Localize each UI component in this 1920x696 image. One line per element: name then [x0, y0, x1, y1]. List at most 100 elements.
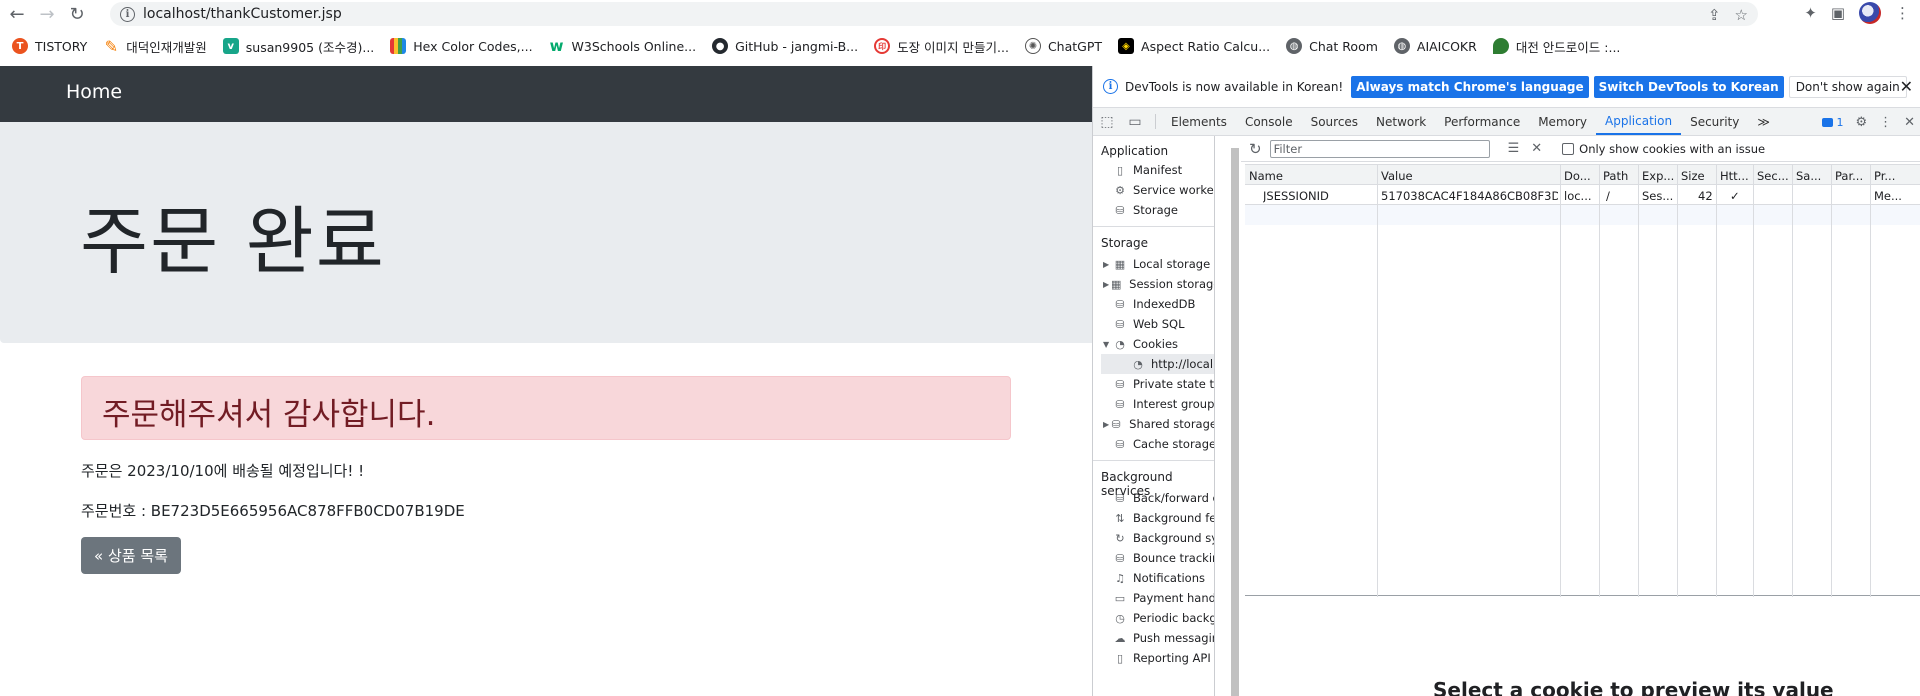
devtools-menu-icon[interactable]: ⋮ [1879, 115, 1892, 130]
column-header-expires[interactable]: Exp... [1642, 169, 1675, 183]
menu-kebab-icon[interactable]: ⋮ [1895, 4, 1910, 22]
tab-console[interactable]: Console [1236, 108, 1302, 135]
cookie-expires-cell[interactable]: Ses... [1642, 189, 1675, 203]
sidebar-item-payment-handler[interactable]: ▭ Payment handle [1113, 588, 1214, 608]
dont-show-again-button[interactable]: Don't show again [1788, 75, 1907, 98]
tab-sources[interactable]: Sources [1302, 108, 1367, 135]
back-arrow-icon[interactable]: ← [4, 2, 30, 26]
sidebar-item-periodic-sync[interactable]: ◷ Periodic backgro [1113, 608, 1214, 628]
bookmark-item[interactable]: ✎ 대덕인재개발원 [103, 37, 207, 56]
bell-icon: ♫ [1115, 571, 1125, 585]
file-icon: ▯ [1116, 651, 1124, 665]
device-toolbar-icon[interactable]: ▭ [1121, 108, 1149, 135]
delete-selected-icon[interactable]: ✕ [1531, 141, 1542, 156]
close-icon[interactable]: ✕ [1900, 77, 1913, 96]
tab-memory[interactable]: Memory [1529, 108, 1596, 135]
sidebar-item-cache-storage[interactable]: ⛁ Cache storage [1113, 434, 1214, 454]
bookmark-item[interactable]: Hex Color Codes,... [390, 38, 533, 54]
sidebar-item-notifications[interactable]: ♫ Notifications [1113, 568, 1214, 588]
cookie-httponly-cell[interactable]: ✓ [1730, 189, 1750, 203]
sidebar-item-background-sync[interactable]: ↻ Background sync [1113, 528, 1214, 548]
column-header-domain[interactable]: Do... [1564, 169, 1597, 183]
cookie-priority-cell[interactable]: Me... [1874, 189, 1919, 203]
sidebar-item-push-messaging[interactable]: ☁ Push messaging [1113, 628, 1215, 648]
sidebar-item-cookie-origin[interactable]: ◔ http://localhost [1101, 354, 1214, 374]
tab-network[interactable]: Network [1367, 108, 1435, 135]
product-list-button[interactable]: « 상품 목록 [81, 537, 181, 574]
cookie-value-cell[interactable]: 517038CAC4F184A86CB08F3D... [1381, 189, 1558, 203]
switch-korean-button[interactable]: Switch DevTools to Korean [1593, 75, 1784, 98]
android-icon [1492, 38, 1509, 54]
bookmark-item[interactable]: w W3Schools Online... [549, 37, 696, 55]
bookmark-item[interactable]: T TISTORY [12, 38, 87, 54]
tab-security[interactable]: Security [1681, 108, 1748, 135]
column-header-value[interactable]: Value [1381, 169, 1556, 183]
column-header-partition[interactable]: Par... [1835, 169, 1868, 183]
column-header-path[interactable]: Path [1603, 169, 1636, 183]
column-header-name[interactable]: Name [1249, 169, 1374, 183]
bookmark-item[interactable]: ◈ Aspect Ratio Calcu... [1118, 38, 1270, 54]
sidebar-item-session-storage[interactable]: ▶ ▦ Session storage [1103, 274, 1214, 294]
issues-badge[interactable]: 1 [1822, 116, 1843, 129]
column-header-size[interactable]: Size [1681, 169, 1714, 183]
column-header-samesite[interactable]: Sa... [1796, 169, 1829, 183]
collapse-arrow-icon[interactable]: ▼ [1103, 340, 1113, 349]
bookmark-item[interactable]: 대전 안드로이드 :... [1492, 37, 1620, 56]
column-header-httponly[interactable]: Htt... [1720, 169, 1751, 183]
cookie-name-cell[interactable]: JSESSIONID [1263, 189, 1375, 203]
bookmark-star-icon[interactable]: ☆ [1735, 6, 1748, 24]
settings-gear-icon[interactable]: ⚙ [1855, 115, 1867, 130]
site-info-icon[interactable]: i [120, 6, 135, 22]
profile-avatar[interactable] [1859, 2, 1881, 24]
sidebar-item-indexeddb[interactable]: ⛁ IndexedDB [1113, 294, 1214, 314]
bookmark-item[interactable]: ◍ AIAICOKR [1393, 38, 1477, 54]
only-issues-checkbox[interactable] [1562, 142, 1575, 155]
bookmark-item[interactable]: ● GitHub - jangmi-B... [712, 38, 858, 54]
clear-filtered-cookies-icon[interactable]: ☰ [1508, 141, 1520, 156]
url-text[interactable]: localhost/thankCustomer.jsp [143, 6, 342, 22]
sidebar-item-label: Shared storage [1129, 417, 1215, 431]
bookmark-item[interactable]: ✺ ChatGPT [1024, 38, 1102, 54]
bookmark-item[interactable]: v susan9905 (조수경)... [222, 37, 374, 56]
navbar-home-link[interactable]: Home [66, 81, 122, 103]
sidebar-item-service-workers[interactable]: ⚙ Service workers [1113, 180, 1214, 200]
sidebar-item-private-state-tokens[interactable]: ⛁ Private state tok [1113, 374, 1214, 394]
omnibox-actions: ⇪ ☆ [1708, 6, 1748, 24]
tab-application[interactable]: Application [1596, 108, 1682, 135]
forward-arrow-icon[interactable]: → [34, 2, 60, 26]
column-header-priority[interactable]: Pr... [1874, 169, 1919, 183]
sidebar-item-storage[interactable]: ⛁ Storage [1113, 200, 1214, 220]
match-language-button[interactable]: Always match Chrome's language [1351, 75, 1589, 98]
sidebar-item-manifest[interactable]: ▯ Manifest [1113, 160, 1214, 180]
inspect-element-icon[interactable]: ⬚ [1093, 108, 1121, 135]
sidebar-item-background-fetch[interactable]: ⇅ Background fetc [1113, 508, 1214, 528]
cookie-filter-input[interactable]: Filter [1269, 139, 1490, 158]
tab-elements[interactable]: Elements [1162, 108, 1236, 135]
refresh-icon[interactable]: ↻ [1249, 140, 1262, 158]
cookie-size-cell[interactable]: 42 [1698, 189, 1714, 203]
expand-arrow-icon[interactable]: ▶ [1103, 260, 1113, 269]
sidebar-item-cookies[interactable]: ▼ ◔ Cookies [1103, 334, 1214, 354]
cookie-domain-cell[interactable]: loc... [1564, 189, 1597, 203]
bookmark-item[interactable]: ◍ Chat Room [1286, 38, 1378, 54]
address-bar[interactable]: i localhost/thankCustomer.jsp ⇪ ☆ [110, 2, 1758, 26]
sidebar-item-web-sql[interactable]: ⛁ Web SQL [1113, 314, 1214, 334]
sidebar-item-local-storage[interactable]: ▶ ▦ Local storage [1103, 254, 1214, 274]
extensions-icon[interactable]: ✦ [1804, 4, 1817, 22]
tab-performance[interactable]: Performance [1435, 108, 1529, 135]
sidebar-item-reporting-api[interactable]: ▯ Reporting API [1113, 648, 1214, 668]
sidebar-scrollbar[interactable] [1231, 148, 1239, 696]
close-devtools-icon[interactable]: ✕ [1904, 115, 1915, 130]
reload-icon[interactable]: ↻ [64, 2, 90, 26]
sidebar-item-bounce-tracking[interactable]: ⛁ Bounce tracking [1113, 548, 1214, 568]
share-icon[interactable]: ⇪ [1708, 6, 1721, 24]
bookmark-item[interactable]: 印 도장 이미지 만들기... [874, 37, 1009, 56]
bookmark-label: AIAICOKR [1416, 38, 1477, 54]
column-header-secure[interactable]: Sec... [1757, 169, 1790, 183]
side-panel-icon[interactable]: ▣ [1831, 4, 1845, 22]
sidebar-item-interest-groups[interactable]: ⛁ Interest groups [1113, 394, 1214, 414]
sidebar-item-back-forward-cache[interactable]: ⛁ Back/forward ca [1113, 488, 1214, 508]
cookie-path-cell[interactable]: / [1606, 189, 1636, 203]
sidebar-item-shared-storage[interactable]: ▶ ⛁ Shared storage [1103, 414, 1215, 434]
more-tabs-icon[interactable]: ≫ [1748, 108, 1779, 135]
